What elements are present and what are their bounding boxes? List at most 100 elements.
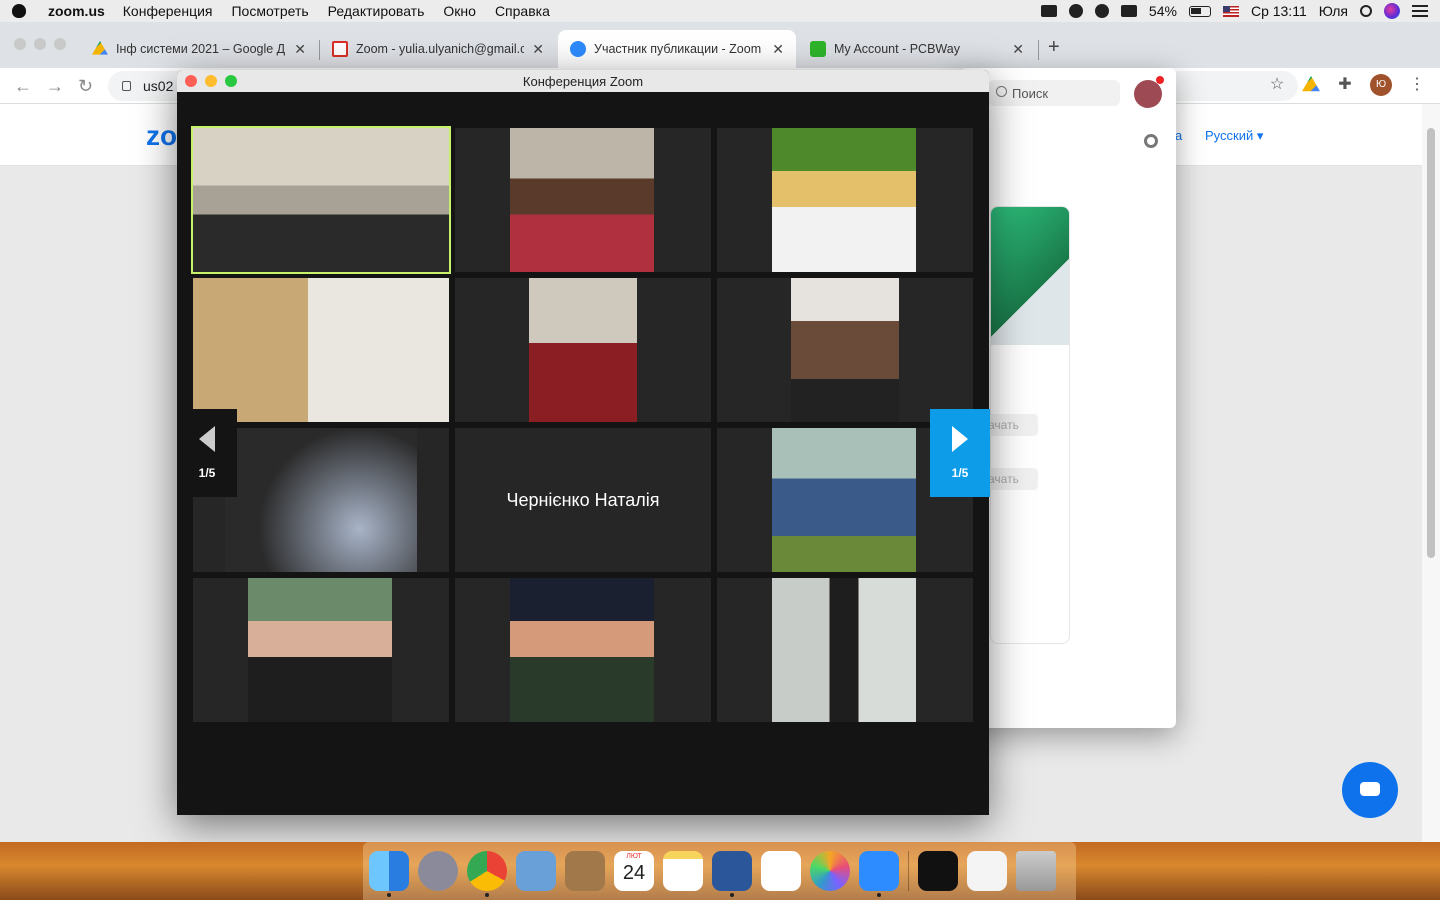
search-field[interactable]: Поиск bbox=[988, 80, 1120, 106]
menu-conference[interactable]: Конференция bbox=[123, 3, 213, 19]
zoom-logo[interactable]: zo bbox=[146, 120, 177, 152]
minimized-window-icon[interactable] bbox=[918, 851, 958, 891]
more-menu-icon[interactable]: ⋮ bbox=[1408, 76, 1426, 94]
zoom-meeting-window: Конференция Zoom Чернієнко Наталія 1/5 1… bbox=[177, 70, 990, 815]
maximize-meeting-window-button[interactable] bbox=[225, 75, 237, 87]
menubar-clock[interactable]: Ср 13:11 bbox=[1251, 3, 1307, 19]
chevron-left-icon bbox=[199, 426, 215, 452]
close-meeting-window-button[interactable] bbox=[185, 75, 197, 87]
start-button-2[interactable]: ачать bbox=[988, 468, 1038, 490]
photos-icon[interactable] bbox=[810, 851, 850, 891]
chat-button[interactable] bbox=[1342, 762, 1398, 818]
minimized-browser-window-icon[interactable] bbox=[967, 851, 1007, 891]
meeting-title-bar: Конференция Zoom bbox=[177, 70, 989, 92]
finder-icon[interactable] bbox=[369, 851, 409, 897]
start-button-1[interactable]: ачать bbox=[988, 414, 1038, 436]
wifi-icon[interactable] bbox=[1094, 4, 1109, 18]
menubar-user[interactable]: Юля bbox=[1319, 3, 1348, 19]
app-menu[interactable]: zoom.us bbox=[48, 3, 105, 19]
tab-title: Zoom - yulia.ulyanich@gmail.c bbox=[356, 42, 525, 56]
google-drive-extension-icon[interactable] bbox=[1302, 76, 1320, 92]
input-source-flag-icon[interactable] bbox=[1222, 5, 1239, 17]
chevron-right-icon bbox=[952, 426, 968, 452]
forward-icon[interactable]: → bbox=[46, 76, 64, 97]
minimize-meeting-window-button[interactable] bbox=[205, 75, 217, 87]
zoom-app-icon[interactable] bbox=[859, 851, 899, 897]
close-tab-icon[interactable]: ✕ bbox=[1012, 41, 1024, 58]
previous-page-button[interactable]: 1/5 bbox=[177, 409, 237, 497]
participant-tile[interactable] bbox=[455, 578, 711, 722]
mail-icon[interactable] bbox=[516, 851, 556, 891]
trash-icon[interactable] bbox=[1016, 851, 1056, 891]
participant-tile[interactable] bbox=[193, 578, 449, 722]
participant-tile-name-only[interactable]: Чернієнко Наталія bbox=[455, 428, 711, 572]
participant-video bbox=[510, 128, 654, 272]
close-window-button[interactable] bbox=[14, 38, 26, 50]
apple-menu-icon[interactable] bbox=[12, 4, 26, 18]
bookmark-star-icon[interactable]: ☆ bbox=[1268, 76, 1286, 94]
participant-tile[interactable] bbox=[191, 126, 451, 274]
chrome-icon[interactable] bbox=[467, 851, 507, 897]
notification-center-icon[interactable] bbox=[1412, 5, 1428, 17]
page-scrollbar[interactable] bbox=[1422, 104, 1440, 842]
participant-tile[interactable] bbox=[717, 278, 973, 422]
minimize-window-button[interactable] bbox=[34, 38, 46, 50]
pcbway-icon bbox=[810, 41, 826, 57]
tab-pcbway[interactable]: My Account - PCBWay ✕ bbox=[798, 30, 1036, 68]
close-tab-icon[interactable]: ✕ bbox=[772, 41, 784, 58]
user-avatar[interactable] bbox=[1134, 80, 1162, 108]
word-icon[interactable] bbox=[712, 851, 752, 897]
participant-video bbox=[225, 428, 417, 572]
close-tab-icon[interactable]: ✕ bbox=[532, 41, 544, 58]
participant-tile[interactable] bbox=[455, 128, 711, 272]
plant-illustration bbox=[991, 207, 1069, 345]
spotlight-search-icon[interactable] bbox=[1360, 5, 1372, 17]
tab-zoom-participant[interactable]: Участник публикации - Zoom ✕ bbox=[558, 30, 796, 68]
tab-title: My Account - PCBWay bbox=[834, 42, 960, 56]
participant-tile[interactable] bbox=[193, 278, 449, 422]
participant-tile[interactable] bbox=[455, 278, 711, 422]
menu-window[interactable]: Окно bbox=[443, 3, 476, 19]
back-icon[interactable]: ← bbox=[14, 76, 32, 97]
menu-view[interactable]: Посмотреть bbox=[231, 3, 308, 19]
scrollbar-thumb[interactable] bbox=[1427, 128, 1435, 558]
cloud-icon[interactable] bbox=[1068, 4, 1083, 18]
gallery-view-grid: Чернієнко Наталія bbox=[191, 126, 973, 722]
tab-google-drive[interactable]: Інф системи 2021 – Google Ди ✕ bbox=[80, 30, 318, 68]
menu-help[interactable]: Справка bbox=[495, 3, 550, 19]
profile-avatar[interactable]: Ю bbox=[1370, 74, 1392, 96]
reload-icon[interactable]: ↻ bbox=[78, 76, 93, 97]
maximize-window-button[interactable] bbox=[54, 38, 66, 50]
running-indicator bbox=[730, 893, 734, 897]
battery-percent: 54% bbox=[1148, 3, 1177, 19]
battery-icon[interactable] bbox=[1188, 5, 1211, 17]
gmail-icon bbox=[332, 41, 348, 57]
siri-icon[interactable] bbox=[1384, 3, 1400, 19]
header-link[interactable]: а bbox=[1175, 128, 1182, 143]
participant-video bbox=[772, 428, 916, 572]
menu-edit[interactable]: Редактировать bbox=[328, 3, 425, 19]
new-tab-button[interactable]: + bbox=[1048, 36, 1060, 59]
tab-divider bbox=[1038, 40, 1039, 60]
participant-tile[interactable] bbox=[717, 128, 973, 272]
lock-icon[interactable] bbox=[122, 81, 131, 91]
page-indicator-right: 1/5 bbox=[951, 466, 969, 480]
calendar-icon[interactable]: ЛЮТ 24 bbox=[614, 851, 654, 891]
macos-dock: ЛЮТ 24 bbox=[363, 842, 1076, 900]
tab-gmail[interactable]: Zoom - yulia.ulyanich@gmail.c ✕ bbox=[320, 30, 556, 68]
background-zoom-window: Поиск bbox=[960, 68, 1176, 728]
participant-name: Чернієнко Наталія bbox=[506, 489, 660, 510]
close-tab-icon[interactable]: ✕ bbox=[294, 41, 306, 58]
contacts-icon[interactable] bbox=[565, 851, 605, 891]
volume-icon[interactable] bbox=[1120, 5, 1137, 17]
language-selector[interactable]: Русский ▾ bbox=[1205, 128, 1263, 144]
zoom-status-icon[interactable] bbox=[1040, 5, 1057, 17]
notes-icon[interactable] bbox=[663, 851, 703, 891]
gear-icon[interactable] bbox=[1144, 134, 1158, 148]
participant-tile[interactable] bbox=[717, 578, 973, 722]
extensions-puzzle-icon[interactable]: ✚ bbox=[1336, 76, 1354, 94]
next-page-button[interactable]: 1/5 bbox=[930, 409, 990, 497]
dock-separator bbox=[908, 851, 909, 891]
launchpad-icon[interactable] bbox=[418, 851, 458, 891]
reminders-icon[interactable] bbox=[761, 851, 801, 891]
